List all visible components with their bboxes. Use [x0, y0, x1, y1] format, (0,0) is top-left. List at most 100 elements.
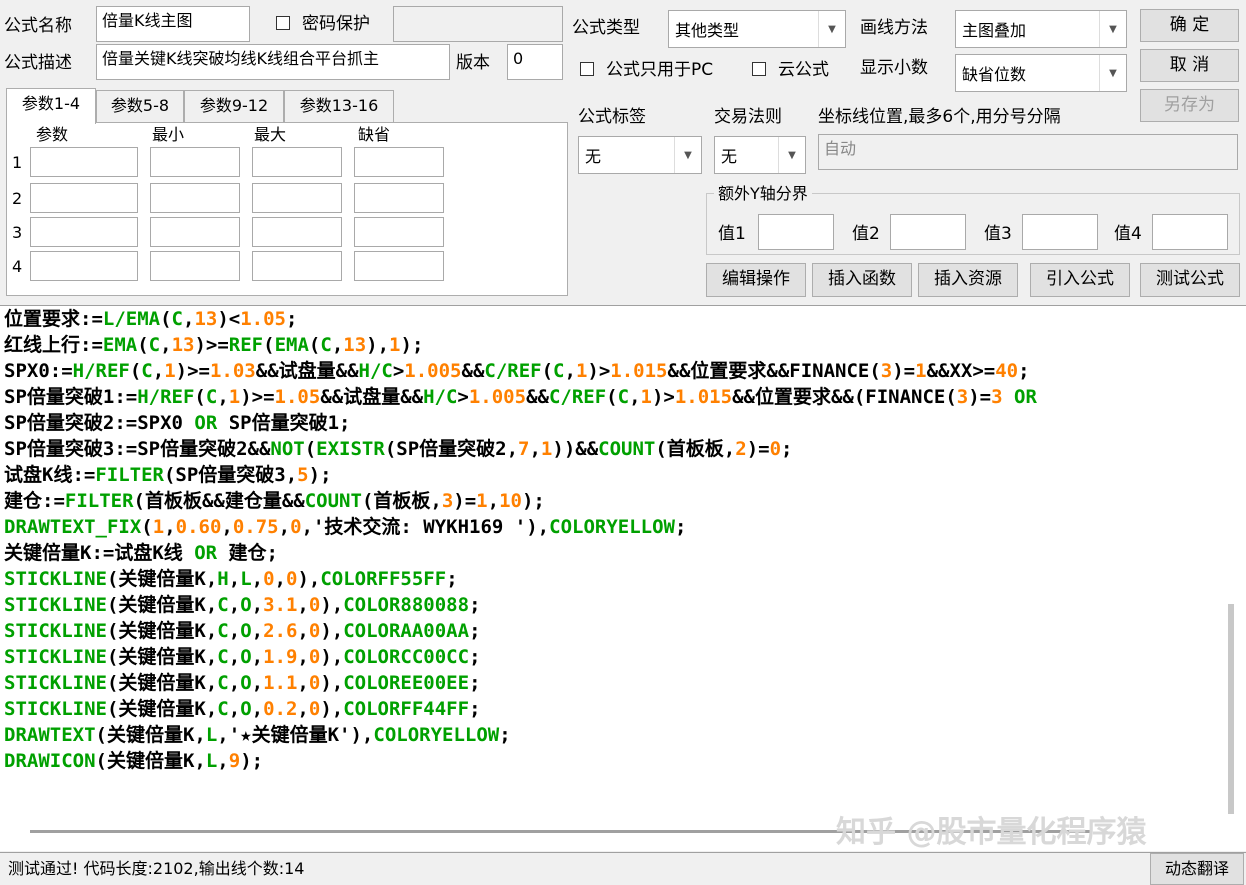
- insert-function-button[interactable]: 插入函数: [812, 263, 912, 297]
- code-token: (关键倍量K,: [106, 594, 218, 616]
- code-line: STICKLINE(关键倍量K,C,O,1.9,0),COLORCC00CC;: [4, 644, 1037, 670]
- code-token: STICKLINE: [4, 594, 107, 616]
- code-token: SP倍量突破3:=SP倍量突破2&&: [4, 438, 271, 460]
- code-token: &&位置要求&&FINANCE(: [667, 360, 881, 382]
- param-3-name-input[interactable]: [30, 217, 138, 247]
- param-4-default-input[interactable]: [354, 251, 444, 281]
- insert-resource-button[interactable]: 插入资源: [918, 263, 1018, 297]
- code-token: (: [541, 360, 554, 382]
- code-token: >: [392, 360, 405, 382]
- extra-y-v3-input[interactable]: [1022, 214, 1098, 250]
- status-bar: 测试通过! 代码长度:2102,输出线个数:14 动态翻译: [0, 852, 1246, 885]
- code-token: );: [521, 490, 545, 512]
- extra-y-v4-input[interactable]: [1152, 214, 1228, 250]
- code-token: )=: [892, 360, 916, 382]
- code-token: O: [240, 646, 252, 668]
- code-text[interactable]: 位置要求:=L/EMA(C,13)<1.05; 红线上行:=EMA(C,13)>=…: [4, 306, 1037, 774]
- code-token: C: [217, 646, 229, 668]
- param-row-number: 2: [12, 189, 23, 208]
- code-token: ;: [499, 724, 511, 746]
- param-4-min-input[interactable]: [150, 251, 240, 281]
- password-input[interactable]: [393, 6, 563, 42]
- code-token: 3.1: [263, 594, 298, 616]
- pc-only-checkbox[interactable]: [580, 62, 594, 76]
- dynamic-translate-button[interactable]: 动态翻译: [1150, 853, 1244, 885]
- chevron-down-icon: ▼: [1099, 55, 1126, 91]
- edit-ops-button[interactable]: 编辑操作: [706, 263, 806, 297]
- param-1-name-input[interactable]: [30, 147, 138, 177]
- param-2-name-input[interactable]: [30, 183, 138, 213]
- code-token: );: [240, 750, 264, 772]
- param-4-name-input[interactable]: [30, 251, 138, 281]
- code-token: 13: [194, 308, 218, 330]
- param-1-min-input[interactable]: [150, 147, 240, 177]
- param-3-min-input[interactable]: [150, 217, 240, 247]
- formula-type-select[interactable]: 其他类型 ▼: [668, 10, 846, 48]
- param-1-default-input[interactable]: [354, 147, 444, 177]
- code-token: ;: [286, 308, 298, 330]
- code-token: OR: [182, 412, 229, 434]
- code-token: 1: [389, 334, 401, 356]
- code-token: )=: [746, 438, 770, 460]
- code-token: ,: [160, 334, 172, 356]
- tab-params-5-8[interactable]: 参数5-8: [96, 90, 184, 122]
- code-token: (首板板,: [361, 490, 442, 512]
- code-token: EMA: [274, 334, 309, 356]
- code-token: ),: [320, 672, 344, 694]
- code-token: REF: [228, 334, 264, 356]
- vertical-scrollbar[interactable]: [1228, 604, 1234, 814]
- trade-rule-select[interactable]: 无 ▼: [714, 136, 806, 174]
- code-token: 1: [476, 490, 488, 512]
- code-token: (首板板&&建仓量&&: [133, 490, 305, 512]
- param-row-number: 3: [12, 223, 23, 242]
- code-token: SP倍量突破2:=SPX0: [4, 412, 183, 434]
- code-editor[interactable]: 位置要求:=L/EMA(C,13)<1.05; 红线上行:=EMA(C,13)>=…: [0, 305, 1246, 851]
- tab-params-9-12[interactable]: 参数9-12: [184, 90, 284, 122]
- code-token: (SP倍量突破3,: [163, 464, 298, 486]
- import-formula-button[interactable]: 引入公式: [1030, 263, 1130, 297]
- param-2-max-input[interactable]: [252, 183, 342, 213]
- code-token: ;: [469, 646, 481, 668]
- param-2-default-input[interactable]: [354, 183, 444, 213]
- code-token: 1.1: [263, 672, 298, 694]
- extra-y-v1-input[interactable]: [758, 214, 834, 250]
- param-3-default-input[interactable]: [354, 217, 444, 247]
- code-token: ,: [251, 646, 264, 668]
- code-token: COLORFF44FF: [343, 698, 470, 720]
- formula-tag-select[interactable]: 无 ▼: [578, 136, 702, 174]
- code-token: COUNT: [304, 490, 362, 512]
- cancel-button[interactable]: 取 消: [1140, 49, 1239, 82]
- param-2-min-input[interactable]: [150, 183, 240, 213]
- password-checkbox[interactable]: [276, 16, 290, 30]
- cloud-checkbox[interactable]: [752, 62, 766, 76]
- formula-name-input[interactable]: 倍量K线主图: [96, 6, 250, 42]
- code-token: ,: [529, 438, 541, 460]
- save-as-button[interactable]: 另存为: [1140, 89, 1239, 122]
- coord-input[interactable]: 自动: [818, 134, 1238, 170]
- param-1-max-input[interactable]: [252, 147, 342, 177]
- draw-method-select[interactable]: 主图叠加 ▼: [955, 10, 1127, 48]
- tab-params-1-4[interactable]: 参数1-4: [6, 88, 96, 124]
- code-token: STICKLINE: [4, 646, 107, 668]
- pc-only-label: 公式只用于PC: [606, 60, 714, 80]
- decimal-select[interactable]: 缺省位数 ▼: [955, 54, 1127, 92]
- draw-method-value: 主图叠加: [962, 21, 1027, 40]
- code-token: (: [194, 386, 206, 408]
- code-token: ,: [183, 308, 195, 330]
- test-formula-button[interactable]: 测试公式: [1140, 263, 1240, 297]
- code-token: C: [141, 360, 153, 382]
- ok-button[interactable]: 确 定: [1140, 9, 1239, 42]
- code-token: 关键倍量K:=试盘K线: [4, 542, 183, 564]
- code-token: 13: [343, 334, 367, 356]
- extra-y-v2-label: 值2: [852, 224, 880, 244]
- formula-desc-input[interactable]: 倍量关键K线突破均线K线组合平台抓主: [96, 44, 450, 80]
- param-4-max-input[interactable]: [252, 251, 342, 281]
- code-token: ,: [221, 516, 233, 538]
- version-input[interactable]: 0: [507, 44, 563, 80]
- extra-y-v2-input[interactable]: [890, 214, 966, 250]
- code-token: ,: [228, 568, 241, 590]
- code-token: 0.2: [263, 698, 298, 720]
- param-3-max-input[interactable]: [252, 217, 342, 247]
- decimal-label: 显示小数: [860, 58, 928, 78]
- tab-params-13-16[interactable]: 参数13-16: [284, 90, 394, 122]
